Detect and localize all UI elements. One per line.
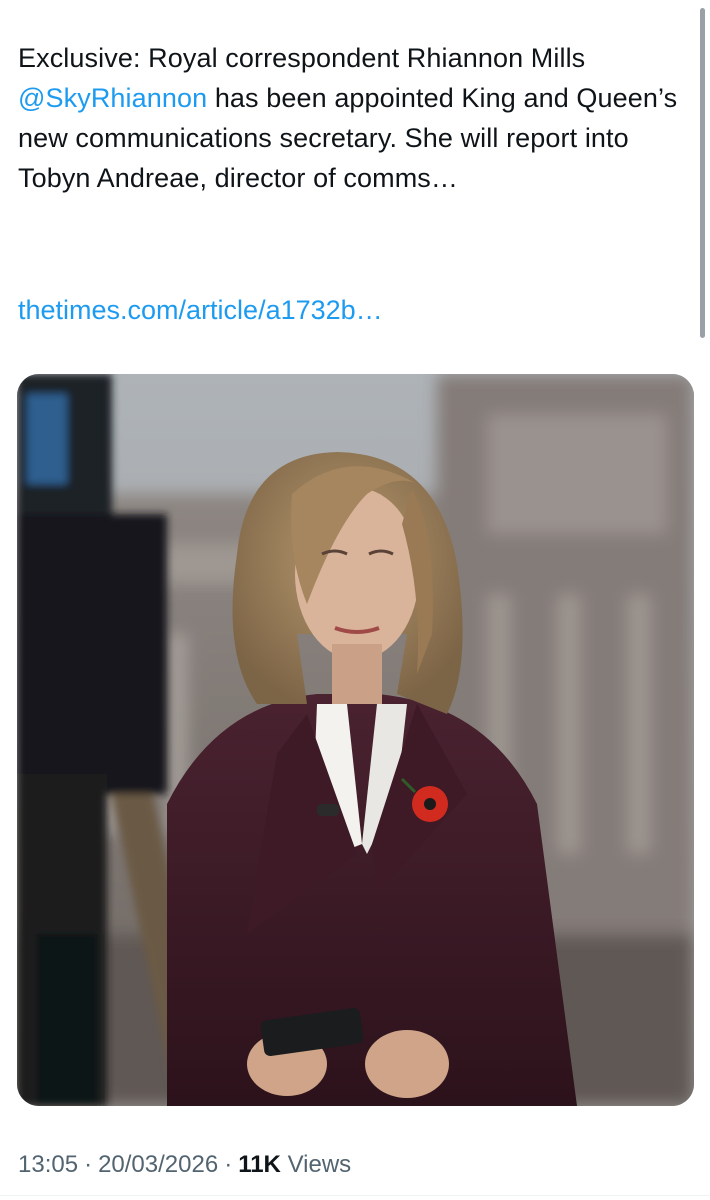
meta-separator: · — [224, 1151, 233, 1178]
mention-link[interactable]: @SkyRhiannon — [18, 83, 207, 113]
tweet-date[interactable]: 20/03/2026 — [98, 1151, 218, 1178]
tweet-text: Exclusive: Royal correspondent Rhiannon … — [18, 38, 688, 198]
views-count: 11K — [238, 1151, 281, 1178]
article-link[interactable]: thetimes.com/article/a1732b… — [18, 295, 383, 325]
article-link-line: thetimes.com/article/a1732b… — [18, 290, 383, 330]
scrollbar[interactable] — [700, 8, 705, 338]
tweet-photo[interactable] — [17, 374, 694, 1106]
tweet-text-prefix: Exclusive: Royal correspondent Rhiannon … — [18, 43, 586, 73]
tweet: Exclusive: Royal correspondent Rhiannon … — [0, 0, 710, 1200]
tweet-time[interactable]: 13:05 — [18, 1151, 78, 1178]
views-label: Views — [287, 1151, 352, 1178]
reporter-photo-illustration — [17, 374, 694, 1106]
divider — [0, 1195, 710, 1196]
tweet-meta: 13:05 · 20/03/2026 · 11K Views — [18, 1149, 351, 1181]
meta-separator: · — [84, 1151, 93, 1178]
